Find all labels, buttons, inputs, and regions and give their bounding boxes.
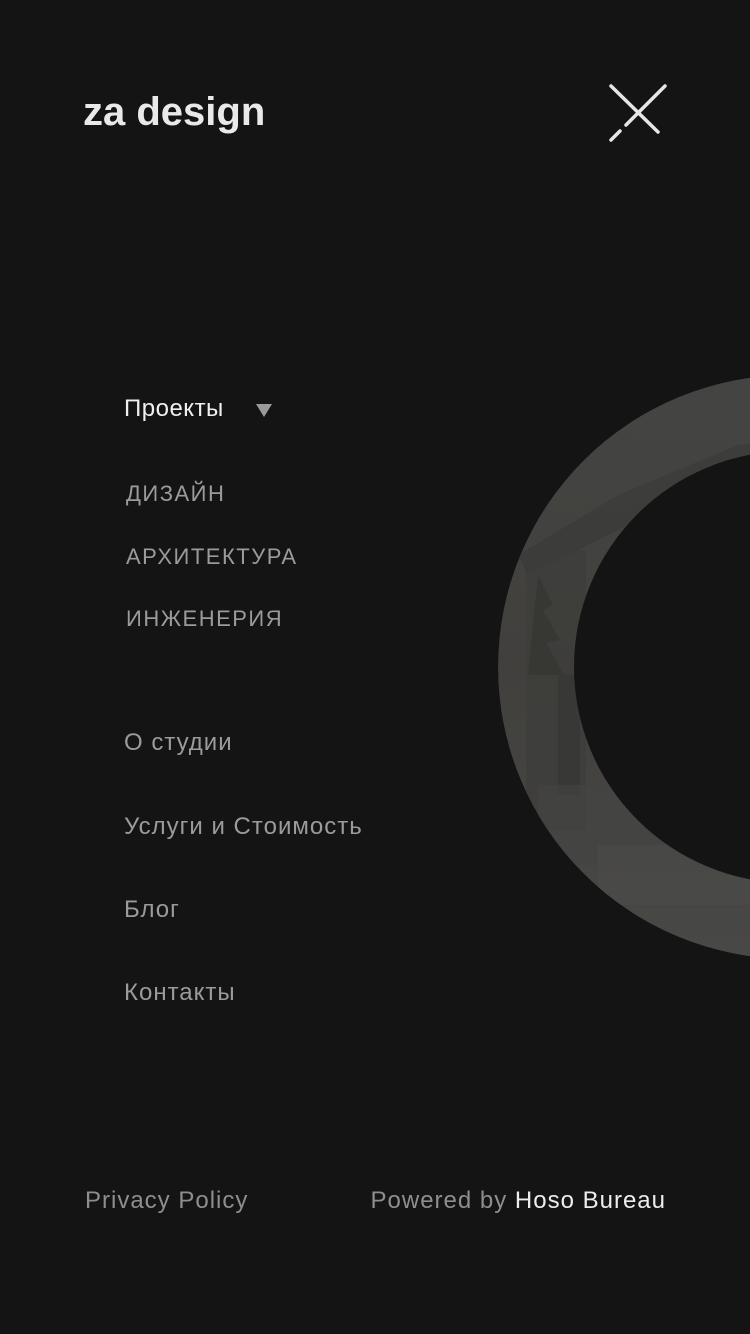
close-icon [609, 84, 667, 142]
menu-item-about[interactable]: О студии [124, 726, 233, 760]
decorative-ring [498, 377, 750, 957]
menu-item-blog[interactable]: Блог [124, 893, 180, 927]
submenu-item-design[interactable]: ДИЗАЙН [126, 479, 225, 509]
menu-screen: za design Проекты ДИЗАЙН АРХИТЕКТУРА ИНЖ… [0, 0, 750, 1334]
powered-by-prefix: Powered by [370, 1187, 515, 1214]
close-button[interactable] [602, 80, 674, 152]
menu-item-contacts[interactable]: Контакты [124, 976, 236, 1010]
powered-by-brand-link[interactable]: Hoso Bureau [515, 1187, 666, 1214]
submenu-item-architecture[interactable]: АРХИТЕКТУРА [126, 542, 298, 572]
caret-down-icon[interactable] [255, 403, 272, 417]
submenu-item-engineering[interactable]: ИНЖЕНЕРИЯ [126, 604, 283, 634]
menu-item-projects-label: Проекты [124, 395, 224, 422]
privacy-policy-link[interactable]: Privacy Policy [85, 1185, 248, 1217]
logo[interactable]: za design [83, 88, 265, 136]
menu-item-services[interactable]: Услуги и Стоимость [124, 810, 363, 844]
menu-item-projects[interactable]: Проекты [124, 392, 272, 426]
powered-by: Powered by Hoso Bureau [371, 1185, 667, 1217]
